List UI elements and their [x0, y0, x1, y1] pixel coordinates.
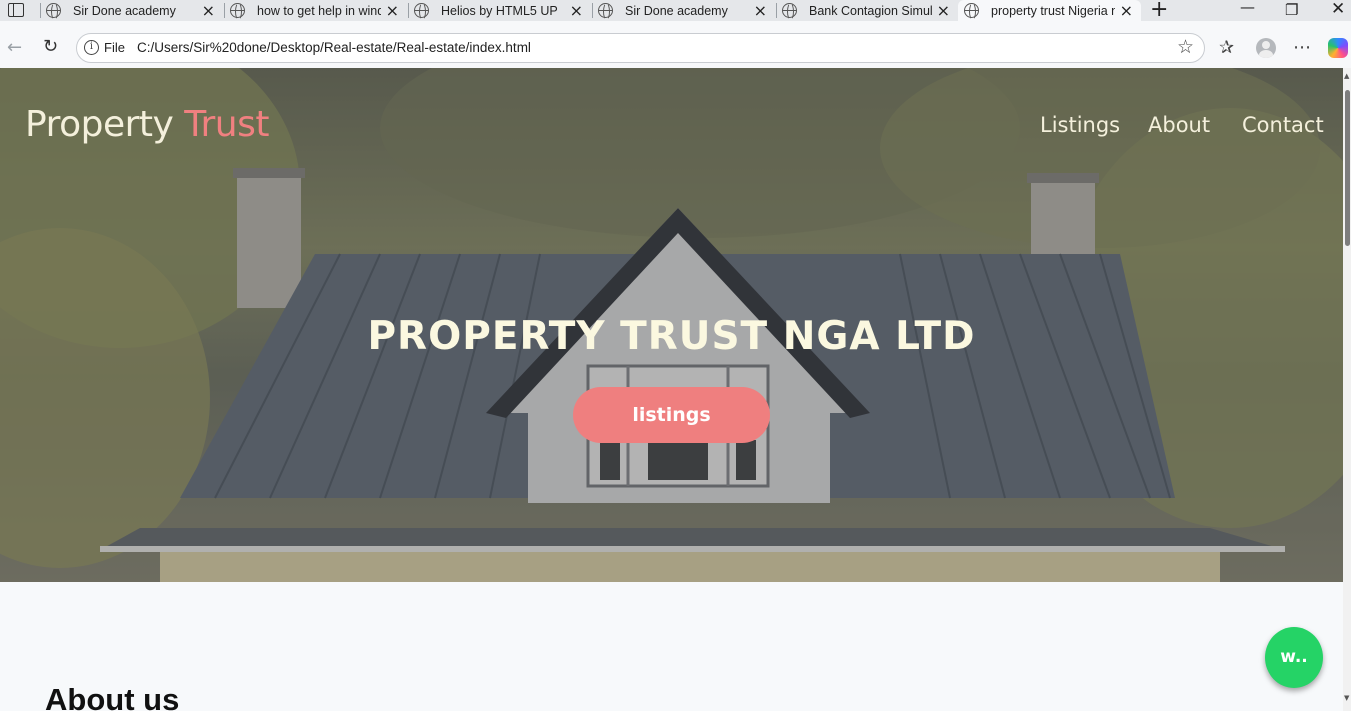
tab-title: how to get help in windows [257, 3, 381, 18]
close-icon[interactable]: × [386, 1, 399, 20]
brand-logo[interactable]: Property Trust [25, 104, 269, 145]
tab-title: property trust Nigeria nga [991, 3, 1115, 18]
scroll-down-icon[interactable]: ▼ [1344, 694, 1349, 702]
close-icon[interactable]: × [1120, 1, 1133, 20]
tab-5[interactable]: Bank Contagion Simulator × [776, 0, 958, 21]
close-icon[interactable]: × [570, 1, 583, 20]
info-icon[interactable]: i [84, 40, 99, 55]
globe-icon [414, 3, 429, 20]
globe-icon [230, 3, 245, 20]
globe-icon [46, 3, 61, 20]
url-scheme-label: File [104, 40, 125, 55]
tab-strip: Sir Done academy × how to get help in wi… [0, 0, 1351, 22]
scroll-thumb[interactable] [1345, 90, 1350, 246]
tab-3[interactable]: Helios by HTML5 UP × [408, 0, 591, 21]
nav-listings[interactable]: Listings [1040, 113, 1120, 137]
copilot-icon[interactable] [1328, 38, 1348, 58]
favorite-star-icon[interactable]: ☆ [1177, 36, 1194, 58]
hero-section: Property Trust Listings About Contact PR… [0, 68, 1343, 582]
tab-title: Bank Contagion Simulator [809, 3, 933, 18]
listings-button[interactable]: listings [573, 387, 770, 443]
tab-4[interactable]: Sir Done academy × [592, 0, 775, 21]
brand-name: Property [25, 104, 174, 145]
tab-title: Helios by HTML5 UP [441, 3, 558, 18]
close-icon[interactable]: × [937, 1, 950, 20]
new-tab-icon[interactable]: + [1150, 0, 1168, 22]
minimize-icon[interactable]: — [1240, 0, 1255, 16]
tab-actions-icon[interactable] [8, 3, 24, 17]
tab-1[interactable]: Sir Done academy × [40, 0, 223, 21]
favorites-icon[interactable]: ✰ [1219, 37, 1234, 58]
nav-contact[interactable]: Contact [1242, 113, 1324, 137]
tab-title: Sir Done academy [625, 3, 728, 18]
profile-avatar[interactable] [1256, 38, 1276, 58]
scroll-up-icon[interactable]: ▲ [1344, 72, 1349, 80]
url-text[interactable]: C:/Users/Sir%20done/Desktop/Real-estate/… [137, 40, 531, 55]
back-icon[interactable]: ← [7, 37, 22, 58]
globe-icon [782, 3, 797, 20]
nav-about[interactable]: About [1148, 113, 1210, 137]
more-menu-icon[interactable]: ⋯ [1293, 37, 1312, 58]
window-close-icon[interactable]: ✕ [1331, 0, 1345, 19]
globe-icon [964, 3, 979, 20]
close-icon[interactable]: × [754, 1, 767, 20]
hero-title: PROPERTY TRUST NGA LTD [367, 314, 976, 359]
about-heading: About us [45, 682, 180, 711]
globe-icon [598, 3, 613, 20]
tab-2[interactable]: how to get help in windows × [224, 0, 407, 21]
tab-title: Sir Done academy [73, 3, 176, 18]
restore-icon[interactable]: ❐ [1285, 1, 1298, 19]
reload-icon[interactable]: ↻ [43, 36, 58, 57]
brand-accent: Trust [184, 104, 269, 145]
whatsapp-chat-button[interactable]: w.. [1265, 627, 1323, 688]
tab-6-active[interactable]: property trust Nigeria nga × [958, 0, 1141, 21]
close-icon[interactable]: × [202, 1, 215, 20]
